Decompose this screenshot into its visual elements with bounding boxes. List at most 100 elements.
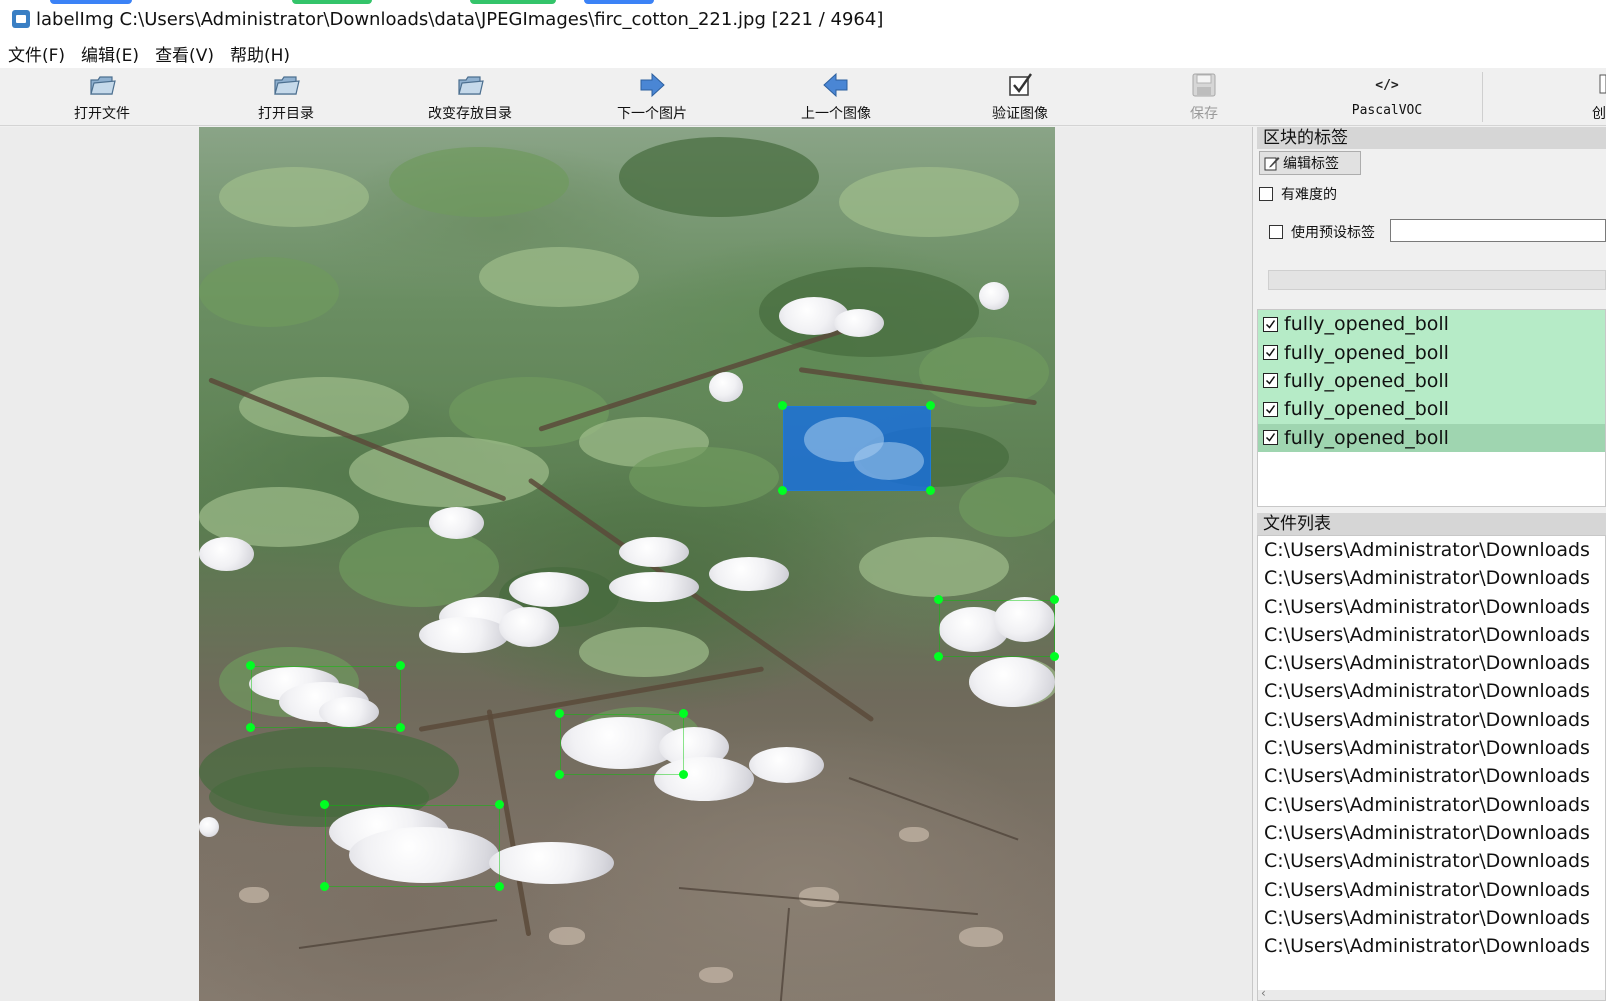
- leaf: [479, 247, 639, 307]
- box-labels-title: 区块的标签: [1257, 127, 1606, 149]
- use-default-label-row[interactable]: 使用预设标签: [1269, 222, 1375, 242]
- file-list-item[interactable]: C:\Users\Administrator\Downloads: [1258, 819, 1605, 847]
- box-corner-handle[interactable]: [246, 723, 255, 732]
- box-corner-handle[interactable]: [679, 709, 688, 718]
- open-file-button[interactable]: 打开文件: [32, 70, 172, 124]
- bounding-box[interactable]: [251, 666, 401, 728]
- box-corner-handle[interactable]: [926, 401, 935, 410]
- bounding-box-selected[interactable]: [783, 406, 931, 491]
- file-list-item[interactable]: C:\Users\Administrator\Downloads: [1258, 706, 1605, 734]
- cotton-boll: [429, 507, 484, 539]
- scroll-left-icon[interactable]: ‹: [1261, 986, 1266, 1000]
- box-corner-handle[interactable]: [495, 800, 504, 809]
- edit-label-button[interactable]: 编辑标签: [1259, 151, 1361, 175]
- cotton-boll: [969, 657, 1055, 707]
- bounding-box[interactable]: [325, 805, 500, 887]
- file-list[interactable]: C:\Users\Administrator\Downloads C:\User…: [1257, 535, 1606, 1001]
- change-save-dir-label: 改变存放目录: [428, 106, 512, 122]
- box-corner-handle[interactable]: [1050, 595, 1059, 604]
- box-corner-handle[interactable]: [396, 661, 405, 670]
- use-default-label-checkbox[interactable]: [1269, 225, 1283, 239]
- label-list-item[interactable]: fully_opened_boll: [1258, 366, 1605, 396]
- label-filter-combo[interactable]: [1268, 270, 1606, 290]
- box-corner-handle[interactable]: [396, 723, 405, 732]
- label-list-item[interactable]: fully_opened_boll: [1258, 310, 1605, 339]
- label-visible-checkbox[interactable]: [1263, 401, 1278, 417]
- file-list-item[interactable]: C:\Users\Administrator\Downloads: [1258, 932, 1605, 960]
- verify-image-button[interactable]: 验证图像: [950, 70, 1090, 124]
- soil-crack: [848, 777, 1019, 841]
- right-dock: 区块的标签 编辑标签 有难度的 使用预设标签 fully_opened_boll: [1254, 127, 1606, 1001]
- file-list-item[interactable]: C:\Users\Administrator\Downloads: [1258, 876, 1605, 904]
- image-canvas[interactable]: [0, 127, 1253, 1001]
- folder-icon: [87, 70, 117, 100]
- label-list-item[interactable]: fully_opened_boll: [1258, 338, 1605, 367]
- box-corner-handle[interactable]: [555, 770, 564, 779]
- horizontal-scrollbar[interactable]: ‹: [1258, 986, 1605, 1000]
- label-list[interactable]: fully_opened_boll fully_opened_boll full…: [1257, 309, 1606, 507]
- file-list-item[interactable]: C:\Users\Administrator\Downloads: [1258, 904, 1605, 932]
- box-corner-handle[interactable]: [246, 661, 255, 670]
- box-corner-handle[interactable]: [1050, 652, 1059, 661]
- box-corner-handle[interactable]: [495, 882, 504, 891]
- menu-edit[interactable]: 编辑(E): [81, 41, 139, 66]
- file-list-item[interactable]: C:\Users\Administrator\Downloads: [1258, 593, 1605, 621]
- bounding-box[interactable]: [560, 714, 684, 775]
- change-save-dir-button[interactable]: 改变存放目录: [400, 70, 540, 124]
- box-corner-handle[interactable]: [926, 486, 935, 495]
- open-dir-button[interactable]: 打开目录: [216, 70, 356, 124]
- create-box-button[interactable]: 创: [1518, 70, 1606, 124]
- checkmark-icon: [1265, 348, 1276, 357]
- code-icon: </>: [1372, 70, 1402, 100]
- label-visible-checkbox[interactable]: [1263, 345, 1278, 361]
- edit-label-text: 编辑标签: [1283, 156, 1339, 172]
- cotton-boll: [619, 537, 689, 567]
- file-list-item[interactable]: C:\Users\Administrator\Downloads: [1258, 677, 1605, 705]
- label-list-item[interactable]: fully_opened_boll: [1258, 395, 1605, 424]
- file-list-item[interactable]: C:\Users\Administrator\Downloads: [1258, 536, 1605, 564]
- format-label: PascalVOC: [1351, 103, 1423, 118]
- rock: [549, 927, 585, 945]
- prev-image-button[interactable]: 上一个图像: [766, 70, 906, 124]
- menu-file[interactable]: 文件(F): [8, 41, 65, 66]
- box-corner-handle[interactable]: [778, 401, 787, 410]
- rock: [699, 967, 733, 983]
- save-button[interactable]: 保存: [1134, 70, 1274, 124]
- label-visible-checkbox[interactable]: [1263, 373, 1278, 389]
- label-visible-checkbox[interactable]: [1263, 430, 1278, 446]
- menu-view[interactable]: 查看(V): [155, 41, 214, 66]
- leaf: [339, 527, 499, 607]
- box-corner-handle[interactable]: [320, 882, 329, 891]
- difficult-checkbox[interactable]: [1259, 187, 1273, 201]
- leaf: [859, 537, 1009, 597]
- box-corner-handle[interactable]: [555, 709, 564, 718]
- file-list-item[interactable]: C:\Users\Administrator\Downloads: [1258, 791, 1605, 819]
- folder-icon: [455, 70, 485, 100]
- file-list-item[interactable]: C:\Users\Administrator\Downloads: [1258, 621, 1605, 649]
- menu-bar: 文件(F) 编辑(E) 查看(V) 帮助(H): [0, 38, 1606, 68]
- file-list-item[interactable]: C:\Users\Administrator\Downloads: [1258, 734, 1605, 762]
- default-label-input[interactable]: [1390, 219, 1606, 242]
- cotton-boll: [499, 607, 559, 647]
- file-list-item[interactable]: C:\Users\Administrator\Downloads: [1258, 847, 1605, 875]
- next-image-button[interactable]: 下一个图片: [582, 70, 722, 124]
- box-corner-handle[interactable]: [934, 595, 943, 604]
- file-list-item[interactable]: C:\Users\Administrator\Downloads: [1258, 762, 1605, 790]
- format-toggle-button[interactable]: </> PascalVOC: [1317, 70, 1457, 124]
- cotton-boll: [199, 817, 219, 837]
- menu-help[interactable]: 帮助(H): [230, 41, 290, 66]
- box-corner-handle[interactable]: [934, 652, 943, 661]
- label-text: fully_opened_boll: [1284, 369, 1449, 392]
- labelimg-app-icon: [12, 10, 30, 28]
- difficult-checkbox-row[interactable]: 有难度的: [1259, 184, 1337, 204]
- box-corner-handle[interactable]: [778, 486, 787, 495]
- verify-image-label: 验证图像: [992, 106, 1048, 122]
- box-corner-handle[interactable]: [679, 770, 688, 779]
- box-corner-handle[interactable]: [320, 800, 329, 809]
- bounding-box[interactable]: [939, 600, 1055, 657]
- file-list-item[interactable]: C:\Users\Administrator\Downloads: [1258, 564, 1605, 592]
- label-visible-checkbox[interactable]: [1263, 316, 1278, 332]
- label-list-item-selected[interactable]: fully_opened_boll: [1258, 423, 1605, 452]
- file-list-title: 文件列表: [1257, 513, 1606, 535]
- file-list-item[interactable]: C:\Users\Administrator\Downloads: [1258, 649, 1605, 677]
